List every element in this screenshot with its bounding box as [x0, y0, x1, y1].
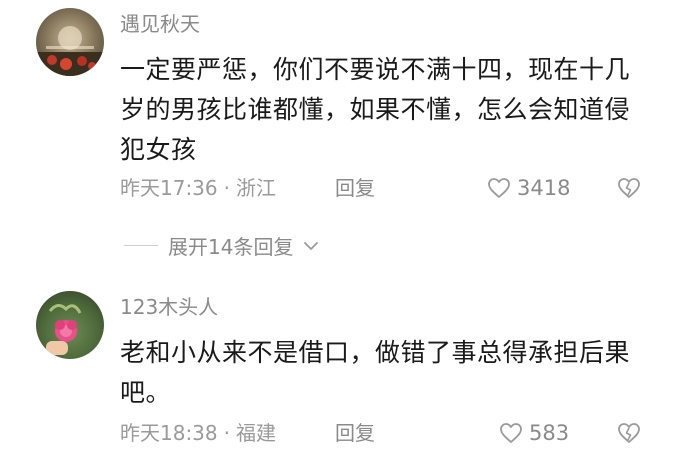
broken-heart-icon	[616, 176, 642, 200]
meta-separator: ·	[223, 176, 230, 200]
chevron-down-icon	[303, 240, 319, 252]
avatar[interactable]	[36, 8, 104, 76]
pink-flower-avatar-icon	[46, 304, 82, 355]
like-button[interactable]: 583	[499, 421, 569, 445]
comment-time: 昨天17:36	[120, 176, 218, 200]
comment-nickname[interactable]: 123木头人	[120, 295, 218, 319]
comment-text: 一定要严惩，你们不要说不满十四，现在十几岁的男孩比谁都懂，如果不懂，怎么会知道侵…	[120, 55, 631, 164]
comment-location: 浙江	[236, 176, 276, 200]
expand-replies-button[interactable]: 展开14条回复	[124, 231, 319, 260]
comment-location: 福建	[236, 421, 276, 445]
sunset-flowers-avatar-icon	[36, 26, 104, 76]
comment-meta: 昨天18:38 · 福建	[120, 421, 276, 445]
avatar[interactable]	[36, 291, 104, 359]
meta-separator: ·	[223, 421, 230, 445]
heart-icon	[487, 177, 511, 199]
like-button[interactable]: 3418	[487, 176, 570, 200]
comment-nickname[interactable]: 遇见秋天	[120, 12, 200, 36]
divider	[124, 245, 158, 246]
reply-button[interactable]: 回复	[335, 421, 375, 445]
heart-icon	[499, 422, 523, 444]
broken-heart-icon	[616, 421, 642, 445]
like-count: 583	[529, 421, 570, 445]
dislike-button[interactable]	[616, 421, 642, 445]
reply-button[interactable]: 回复	[335, 176, 375, 200]
comment-meta: 昨天17:36 · 浙江	[120, 176, 276, 200]
comment-time: 昨天18:38	[120, 421, 218, 445]
dislike-button[interactable]	[616, 176, 642, 200]
expand-replies-label: 展开14条回复	[168, 235, 294, 259]
like-count: 3418	[517, 176, 571, 200]
comment-text: 老和小从来不是借口，做错了事总得承担后果吧。	[120, 338, 631, 407]
